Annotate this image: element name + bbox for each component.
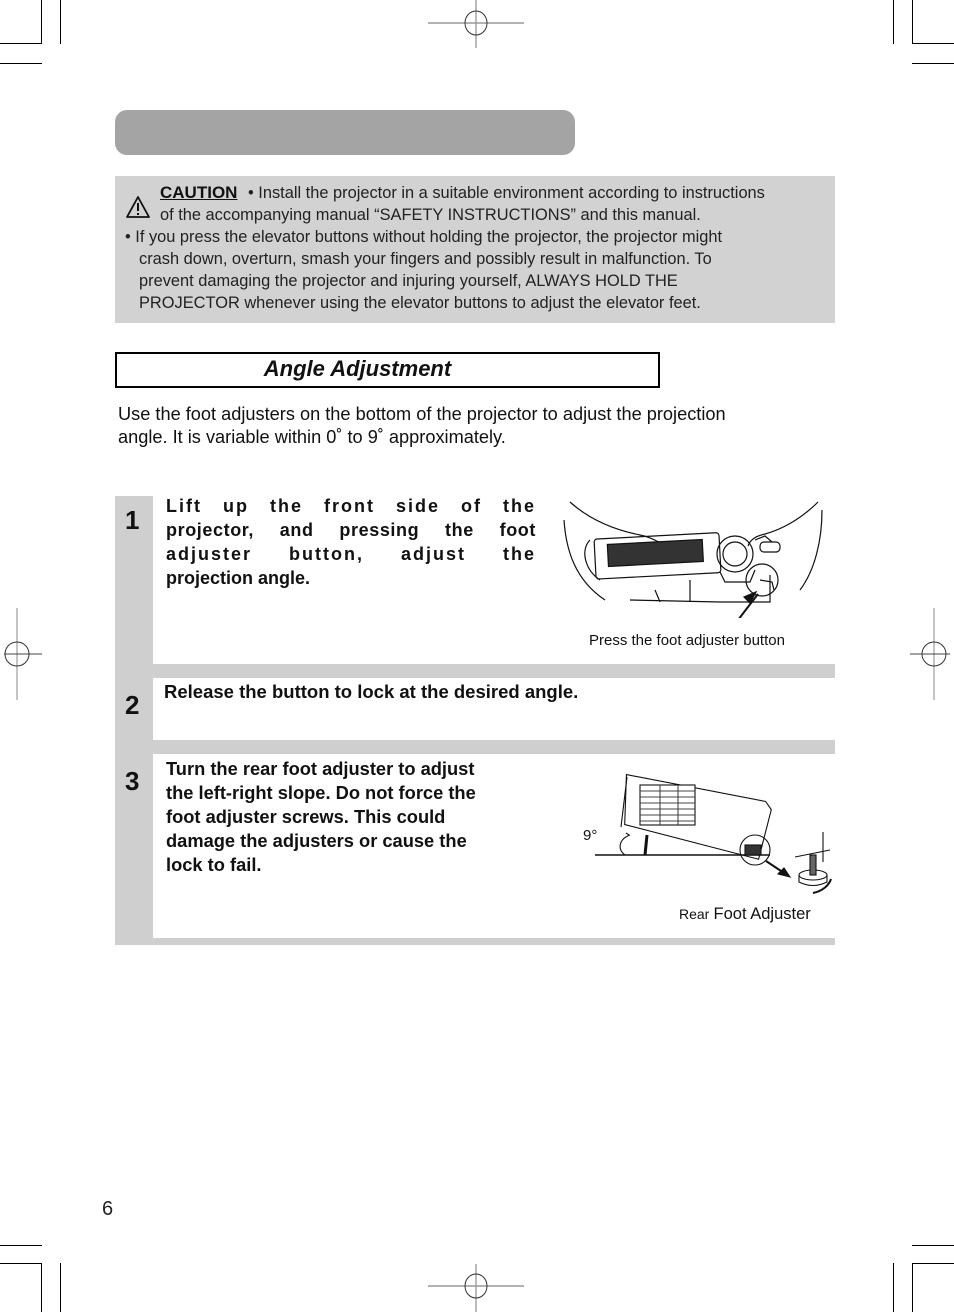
step-text: Turn the rear foot adjuster to adjust th… <box>166 758 476 875</box>
figure-caption: Rear Foot Adjuster <box>679 905 811 924</box>
step-number: 2 <box>125 690 140 720</box>
projector-hands-illustration <box>563 501 823 618</box>
caution-line: prevent damaging the projector and injur… <box>139 272 678 290</box>
section-intro: Use the foot adjusters on the bottom of … <box>118 403 818 449</box>
intro-line: angle. It is variable within 0˚ to 9˚ ap… <box>118 427 506 447</box>
caution-box: CAUTION • Install the projector in a sui… <box>115 176 835 323</box>
page-number: 6 <box>102 1198 114 1220</box>
step-3: 3 Turn the rear foot adjuster to adjust … <box>115 747 835 945</box>
step-text: Lift up the front side of the projector,… <box>166 496 536 588</box>
intro-line: Use the foot adjusters on the bottom of … <box>118 404 726 424</box>
step-text: Release the button to lock at the desire… <box>164 681 579 702</box>
registration-mark-left <box>4 608 42 700</box>
figure-caption: Press the foot adjuster button <box>589 632 785 649</box>
chapter-header-bar <box>115 110 575 155</box>
figure-caption-prefix: Rear <box>679 906 710 922</box>
caution-line: crash down, overturn, smash your fingers… <box>139 250 712 268</box>
step-1: 1 Lift up the front side of the projecto… <box>115 496 835 671</box>
section-title: Angle Adjustment <box>263 356 452 381</box>
rear-foot-adjuster-illustration <box>595 773 832 894</box>
caution-line: • If you press the elevator buttons with… <box>125 228 723 246</box>
figure-caption-main: Foot Adjuster <box>713 905 811 923</box>
angle-label: 9° <box>583 827 598 844</box>
registration-mark-bottom <box>428 1264 524 1312</box>
step-number: 1 <box>125 505 140 535</box>
caution-label: CAUTION <box>160 183 238 202</box>
step-number: 3 <box>125 766 140 796</box>
registration-mark-right <box>910 608 950 700</box>
registration-mark-top <box>428 0 524 48</box>
section-title-box: Angle Adjustment <box>115 352 660 388</box>
caution-line: • Install the projector in a suitable en… <box>248 184 765 202</box>
caution-line: of the accompanying manual “SAFETY INSTR… <box>160 206 701 224</box>
step-2: 2 Release the button to lock at the desi… <box>115 671 835 747</box>
caution-line: PROJECTOR whenever using the elevator bu… <box>139 294 701 312</box>
